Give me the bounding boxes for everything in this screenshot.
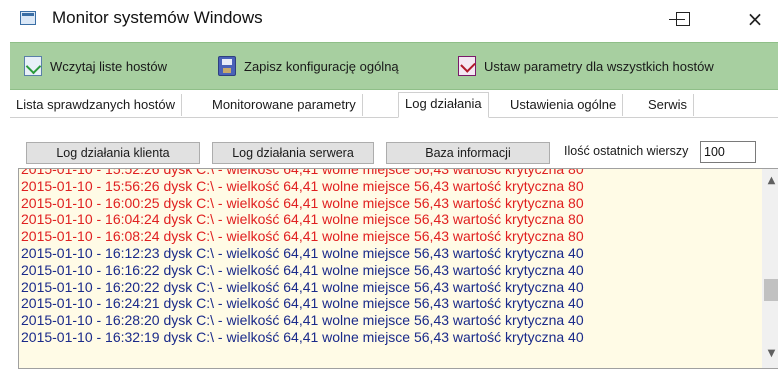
log-textarea[interactable]: 2015-01-10 - 15:52:26 dysk C:\ - wielkoś… [18,168,778,369]
log-line: 2015-01-10 - 16:04:24 dysk C:\ - wielkoś… [21,211,584,228]
scroll-up-icon[interactable]: ▲ [762,173,778,189]
log-line: 2015-01-10 - 16:28:20 dysk C:\ - wielkoś… [21,312,584,329]
checkbox-settings-icon [458,56,476,76]
save-config-label: Zapisz konfigurację ogólną [244,58,399,74]
activity-log-panel: Log działania klienta Log działania serw… [10,118,778,369]
scrollbar-thumb[interactable] [764,279,778,301]
close-button[interactable]: × [732,0,778,38]
set-params-all-hosts-button[interactable]: Ustaw parametry dla wszystkich hostów [458,54,714,78]
tab-strip: Lista sprawdzanych hostów Monitorowane p… [10,92,778,118]
rows-count-label: Ilość ostatnich wierszy [564,144,689,158]
load-list-icon [24,56,42,76]
maximize-button[interactable] [660,0,706,38]
server-log-button[interactable]: Log działania serwera [212,142,374,164]
log-line: 2015-01-10 - 16:08:24 dysk C:\ - wielkoś… [21,228,584,245]
tab-service[interactable]: Serwis [642,94,695,116]
log-line: 2015-01-10 - 16:16:22 dysk C:\ - wielkoś… [21,261,584,278]
save-config-button[interactable]: Zapisz konfigurację ogólną [218,54,399,78]
save-disk-icon [218,56,236,76]
log-line: 2015-01-10 - 16:20:22 dysk C:\ - wielkoś… [21,278,584,295]
client-log-button[interactable]: Log działania klienta [26,142,200,164]
log-line: 2015-01-10 - 16:00:25 dysk C:\ - wielkoś… [21,194,584,211]
log-line: 2015-01-10 - 15:52:26 dysk C:\ - wielkoś… [21,168,584,177]
maximize-icon [676,12,690,26]
vertical-scrollbar[interactable]: ▲ ▼ [762,169,778,368]
rows-count-input[interactable] [700,141,756,163]
log-line: 2015-01-10 - 15:56:26 dysk C:\ - wielkoś… [21,177,584,194]
scroll-down-icon[interactable]: ▼ [762,346,778,362]
tab-host-list[interactable]: Lista sprawdzanych hostów [10,94,182,116]
app-window-icon [20,11,36,25]
set-params-all-hosts-label: Ustaw parametry dla wszystkich hostów [484,58,714,74]
log-line: 2015-01-10 - 16:32:19 dysk C:\ - wielkoś… [21,328,584,345]
tab-monitored-params[interactable]: Monitorowane parametry [206,94,363,116]
load-host-list-button[interactable]: Wczytaj liste hostów [24,54,167,78]
tab-general-settings[interactable]: Ustawienia ogólne [504,94,624,116]
window-title: Monitor systemów Windows [52,8,263,27]
log-line: 2015-01-10 - 16:12:23 dysk C:\ - wielkoś… [21,244,584,261]
close-icon: × [746,7,764,31]
load-host-list-label: Wczytaj liste hostów [50,58,168,74]
toolbar: Wczytaj liste hostów Zapisz konfigurację… [10,42,778,90]
log-line: 2015-01-10 - 16:24:21 dysk C:\ - wielkoś… [21,295,584,312]
title-bar: Monitor systemów Windows × [0,0,778,38]
tab-activity-log[interactable]: Log działania [398,92,489,118]
info-database-button[interactable]: Baza informacji [386,142,550,164]
log-lines: 2015-01-10 - 15:52:26 dysk C:\ - wielkoś… [19,168,763,346]
